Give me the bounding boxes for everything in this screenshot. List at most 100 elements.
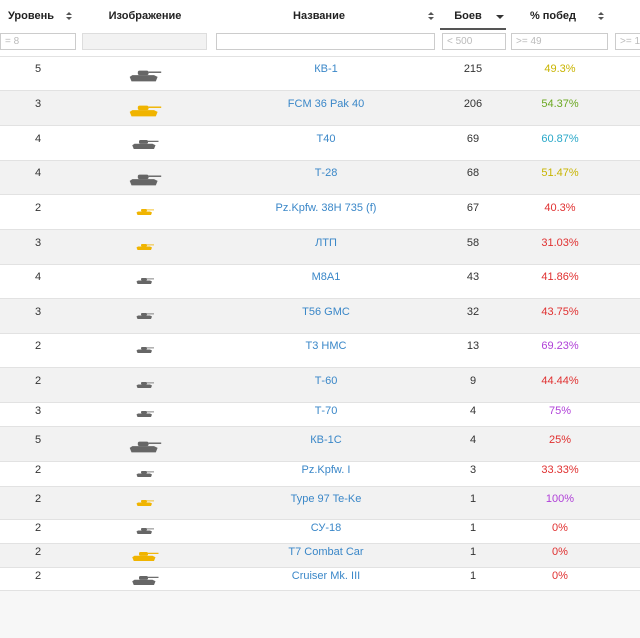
tank-light-icon — [136, 244, 154, 250]
tank-name-link[interactable]: T3 HMC — [216, 340, 436, 352]
sort-icon[interactable] — [428, 12, 434, 21]
level-cell: 2 — [34, 522, 42, 534]
winrate-cell: 40.3% — [544, 202, 576, 214]
tank-name-link[interactable]: СУ-18 — [216, 522, 436, 534]
tank-destroyer-icon — [136, 278, 154, 284]
tank-name-link[interactable]: T40 — [216, 133, 436, 145]
tank-name-link[interactable]: Pz.Kpfw. I — [216, 464, 436, 476]
name-filter-input[interactable] — [216, 33, 435, 50]
sort-desc-icon[interactable] — [496, 15, 504, 19]
column-header-name[interactable]: Название — [216, 0, 422, 30]
tank-image — [135, 469, 155, 482]
table-row[interactable]: 5 КВ-1С 4 25% — [0, 426, 640, 461]
winrate-cell: 51.47% — [541, 167, 579, 179]
level-cell: 4 — [34, 271, 42, 283]
tank-image-cell — [84, 439, 206, 455]
winrate-cell: 41.86% — [541, 271, 579, 283]
tank-name-link[interactable]: Type 97 Te-Ke — [216, 493, 436, 505]
tank-image — [135, 380, 155, 393]
table-row[interactable]: 2 Т-60 9 44.44% — [0, 367, 640, 402]
tank-name-link[interactable]: Т-60 — [216, 375, 436, 387]
column-header-battles[interactable]: Боев — [440, 0, 496, 30]
battles-cell: 58 — [466, 237, 480, 249]
tank-image — [130, 138, 160, 154]
column-header-winrate[interactable]: % побед — [510, 0, 596, 30]
battles-cell: 43 — [466, 271, 480, 283]
battles-cell: 215 — [463, 63, 483, 75]
tank-light-icon — [136, 209, 154, 215]
level-cell: 3 — [34, 306, 42, 318]
tank-name-link[interactable]: Cruiser Mk. III — [216, 570, 436, 582]
tank-image — [135, 311, 155, 324]
battles-cell: 32 — [466, 306, 480, 318]
filter-row — [0, 30, 640, 56]
table-row[interactable]: 5 КВ-1 215 49.3% — [0, 56, 640, 90]
tank-image-cell — [84, 242, 206, 258]
column-header-level[interactable]: Уровень — [0, 0, 62, 30]
battles-cell: 3 — [469, 464, 477, 476]
sort-icon[interactable] — [66, 12, 72, 21]
column-header-image: Изображение — [108, 10, 182, 22]
table-row[interactable]: 3 FCM 36 Pak 40 206 54.37% — [0, 90, 640, 125]
tank-name-link[interactable]: FCM 36 Pak 40 — [216, 98, 436, 110]
winrate-cell: 0% — [552, 546, 568, 558]
battles-filter-input[interactable] — [442, 33, 506, 50]
table-row[interactable]: 3 Т-70 4 75% — [0, 402, 640, 426]
tank-name-link[interactable]: T7 Combat Car — [216, 546, 436, 558]
tank-image — [135, 207, 155, 220]
level-cell: 5 — [34, 434, 42, 446]
table-footer — [0, 590, 640, 638]
battles-cell: 1 — [469, 493, 477, 505]
tank-heavy-icon — [129, 70, 162, 82]
tank-image-cell — [84, 68, 206, 84]
battles-cell: 1 — [469, 570, 477, 582]
tank-light-icon — [136, 382, 154, 388]
winrate-filter-input[interactable] — [511, 33, 608, 50]
level-cell: 2 — [34, 464, 42, 476]
tank-name-link[interactable]: КВ-1С — [216, 434, 436, 446]
table-row[interactable]: 2 Type 97 Te-Ke 1 100% — [0, 486, 640, 519]
spg-icon — [136, 528, 154, 534]
table-row[interactable]: 2 Pz.Kpfw. 38H 735 (f) 67 40.3% — [0, 194, 640, 229]
tank-destroyer-icon — [129, 105, 162, 117]
table-row[interactable]: 4 Т-28 68 51.47% — [0, 160, 640, 194]
tank-image-cell — [84, 345, 206, 361]
tank-name-link[interactable]: M8A1 — [216, 271, 436, 283]
level-cell: 2 — [34, 546, 42, 558]
tank-image-cell — [84, 380, 206, 396]
winrate-cell: 54.37% — [541, 98, 579, 110]
table-row[interactable]: 2 T3 HMC 13 69.23% — [0, 333, 640, 367]
level-filter-input[interactable] — [0, 33, 76, 50]
table-row[interactable]: 4 T40 69 60.87% — [0, 125, 640, 160]
tank-name-link[interactable]: ЛТП — [216, 237, 436, 249]
tank-image-cell — [84, 276, 206, 292]
tank-name-link[interactable]: Pz.Kpfw. 38H 735 (f) — [216, 202, 436, 214]
tank-name-link[interactable]: T56 GMC — [216, 306, 436, 318]
table-row[interactable]: 2 Pz.Kpfw. I 3 33.33% — [0, 461, 640, 486]
table-row[interactable]: 4 M8A1 43 41.86% — [0, 264, 640, 298]
table-row[interactable]: 3 T56 GMC 32 43.75% — [0, 298, 640, 333]
tank-name-link[interactable]: Т-70 — [216, 405, 436, 417]
level-cell: 5 — [34, 63, 42, 75]
level-cell: 2 — [34, 340, 42, 352]
battles-cell: 1 — [469, 522, 477, 534]
level-cell: 2 — [34, 570, 42, 582]
table-row[interactable]: 2 T7 Combat Car 1 0% — [0, 543, 640, 567]
table-row[interactable]: 2 Cruiser Mk. III 1 0% — [0, 567, 640, 590]
battles-cell: 4 — [469, 434, 477, 446]
tank-image — [135, 526, 155, 539]
extra-filter-input[interactable] — [615, 33, 640, 50]
tank-name-link[interactable]: КВ-1 — [216, 63, 436, 75]
tank-image — [135, 498, 155, 511]
table-row[interactable]: 3 ЛТП 58 31.03% — [0, 229, 640, 264]
tank-medium-icon — [129, 174, 162, 186]
tank-image-cell — [84, 526, 206, 542]
tank-name-link[interactable]: Т-28 — [216, 167, 436, 179]
spg-icon — [136, 347, 154, 353]
table-row[interactable]: 2 СУ-18 1 0% — [0, 519, 640, 543]
tank-image-cell — [84, 498, 206, 514]
tank-light-icon — [132, 552, 159, 561]
tank-image-cell — [84, 469, 206, 485]
sort-icon[interactable] — [598, 12, 604, 21]
winrate-cell: 49.3% — [544, 63, 576, 75]
